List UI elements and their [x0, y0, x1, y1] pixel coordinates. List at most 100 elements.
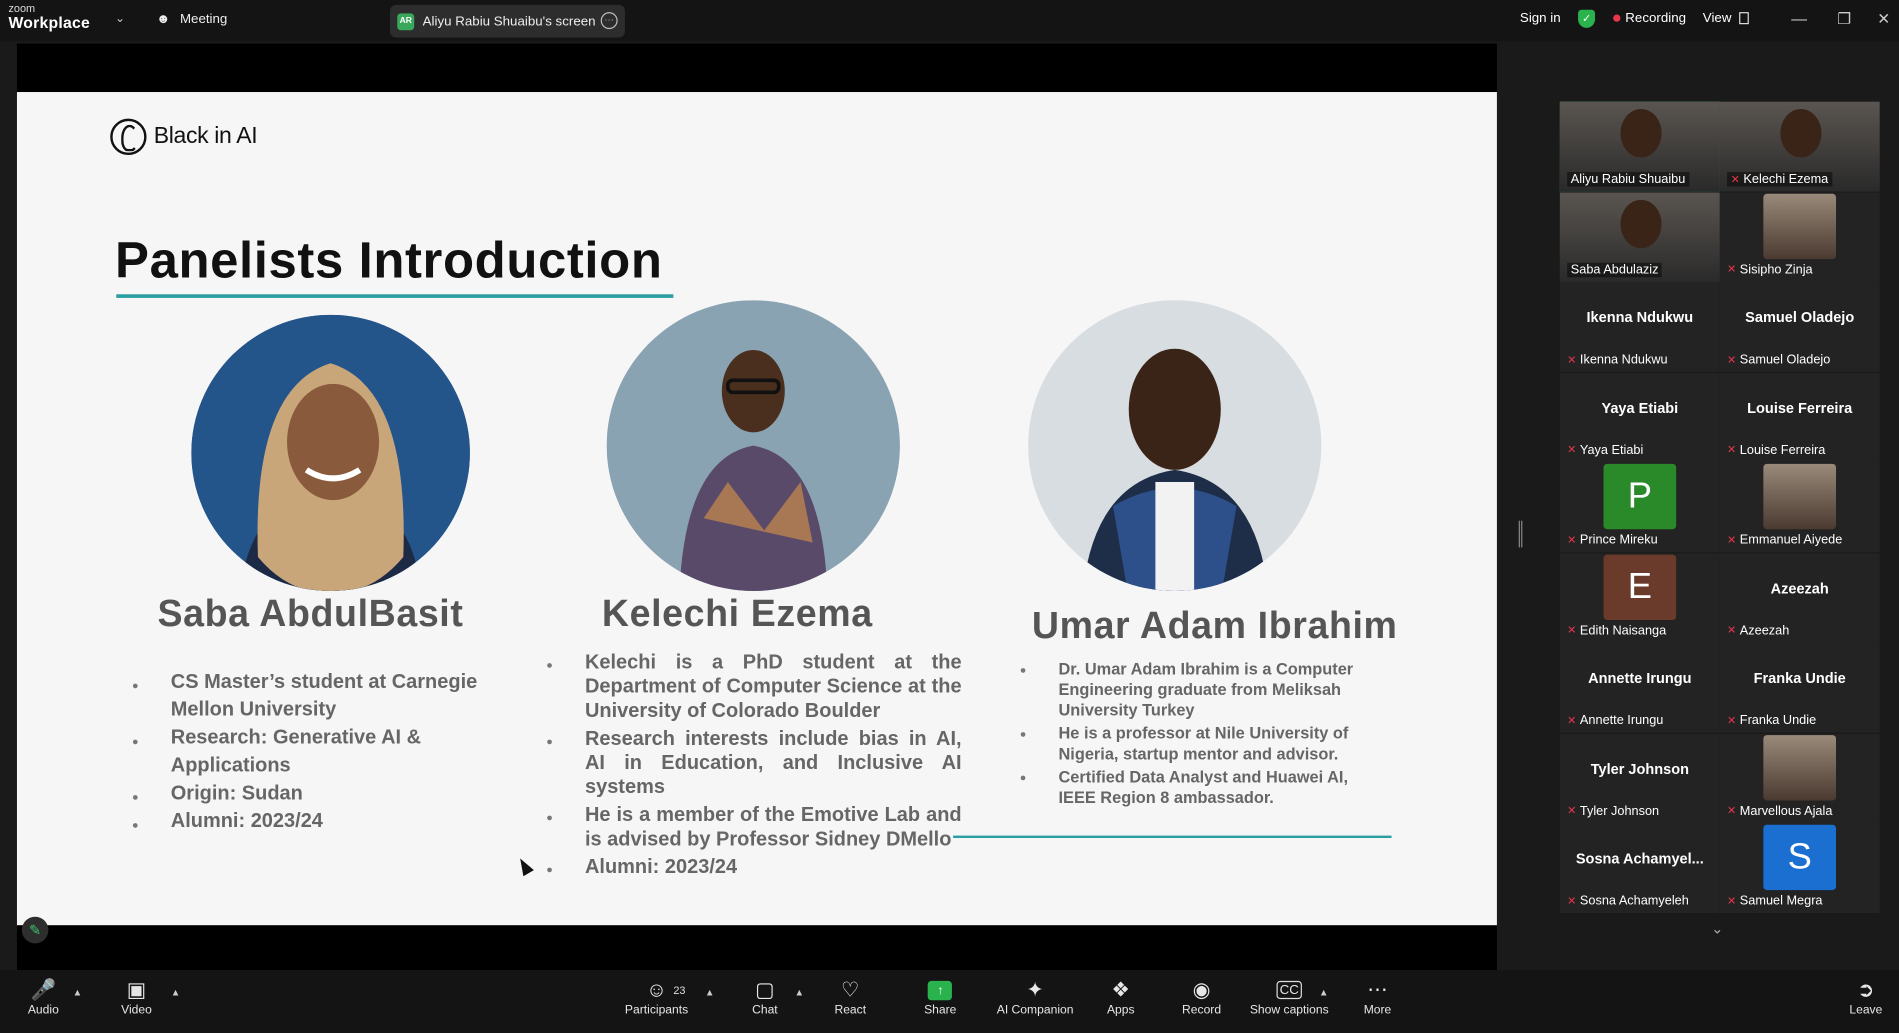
react-button[interactable]: ♡ React [834, 977, 866, 1017]
share-screen-icon: ↑ [928, 977, 953, 1004]
recording-dot-icon [1613, 14, 1621, 22]
participant-tile[interactable]: Tyler Johnson ✕ Tyler Johnson [1559, 733, 1720, 823]
recording-status[interactable]: Recording [1625, 11, 1686, 26]
mic-muted-icon: ✕ [1730, 172, 1740, 185]
minimize-icon[interactable]: — [1791, 10, 1807, 28]
participant-display-name: Samuel Oladejo [1745, 308, 1855, 326]
panelist-name-3: Umar Adam Ibrahim [1031, 604, 1398, 647]
captions-options-caret-icon[interactable]: ▲ [1319, 987, 1329, 998]
participant-name-tag: ✕ Prince Mireku [1567, 533, 1658, 548]
apps-button[interactable]: ❖ Apps [1107, 977, 1135, 1017]
more-button[interactable]: ⋯ More [1364, 977, 1392, 1017]
participant-tile[interactable]: Aliyu Rabiu Shuaibu [1559, 101, 1720, 192]
record-label: Record [1182, 1003, 1222, 1018]
view-label: View [1702, 10, 1732, 26]
audio-options-caret-icon[interactable]: ▲ [73, 987, 83, 998]
participant-name-tag: ✕ Tyler Johnson [1567, 803, 1659, 818]
more-options-icon[interactable]: ⋯ [600, 12, 618, 30]
participant-name: Edith Naisanga [1579, 623, 1667, 638]
brand-name: Black in AI [153, 123, 258, 149]
close-icon[interactable]: ✕ [1877, 10, 1890, 29]
participant-name-tag: ✕ Sisipho Zinja [1727, 262, 1813, 277]
participant-tile[interactable]: P ✕ Prince Mireku [1559, 462, 1720, 553]
participant-tile[interactable]: Azeezah ✕ Azeezah [1719, 552, 1880, 643]
black-in-ai-logo: Black in AI [110, 118, 258, 156]
participant-display-name: Sosna Achamyel... [1575, 850, 1704, 868]
participant-tile[interactable]: S ✕ Samuel Megra [1719, 823, 1880, 914]
record-button[interactable]: ◉ Record [1182, 977, 1221, 1017]
gallery-scroll-down-icon[interactable]: ⌄ [1711, 920, 1723, 937]
participant-tile[interactable]: Yaya Etiabi ✕ Yaya Etiabi [1559, 372, 1720, 462]
zoom-window: zoom Workplace ⌄ ☻ Meeting AR Aliyu Rabi… [0, 0, 1899, 1033]
participant-count: 23 [673, 984, 686, 997]
captions-button[interactable]: CC Show captions [1250, 977, 1329, 1017]
ai-companion-button[interactable]: ✦ AI Companion [997, 977, 1074, 1017]
mic-muted-icon: ✕ [1567, 713, 1577, 726]
video-button[interactable]: ▣ Video [121, 977, 152, 1017]
shield-check-icon[interactable]: ✓ [1578, 9, 1596, 28]
participant-tile[interactable]: Louise Ferreira ✕ Louise Ferreira [1719, 372, 1880, 462]
participant-tile[interactable]: Franka Undie ✕ Franka Undie [1719, 643, 1880, 733]
participant-photo [1763, 463, 1837, 530]
participant-name: Franka Undie [1739, 713, 1817, 728]
panelist-name-2: Kelechi Ezema [601, 592, 873, 635]
restore-icon[interactable]: ❐ [1837, 10, 1851, 29]
chat-label: Chat [752, 1003, 778, 1018]
captions-label: Show captions [1249, 1003, 1329, 1018]
participant-name: Ikenna Ndukwu [1579, 352, 1668, 367]
bullet-item: Research interests include bias in AI, A… [546, 727, 961, 800]
meeting-menu[interactable]: ☻ Meeting [156, 12, 227, 27]
share-button[interactable]: ↑ Share [924, 977, 956, 1017]
mic-muted-icon: ✕ [1567, 443, 1577, 456]
participant-tile[interactable]: ✕ Sisipho Zinja [1719, 191, 1880, 282]
chevron-down-icon[interactable]: ⌄ [115, 12, 125, 25]
split-resize-handle[interactable] [1518, 520, 1523, 548]
participants-options-caret-icon[interactable]: ▲ [705, 987, 715, 998]
chat-options-caret-icon[interactable]: ▲ [794, 987, 804, 998]
participant-tile[interactable]: Sosna Achamyel... ✕ Sosna Achamyeleh [1559, 823, 1720, 914]
audio-button[interactable]: 🎤 Audio [28, 977, 59, 1017]
sign-in-link[interactable]: Sign in [1520, 11, 1561, 26]
bullet-item: Kelechi is a PhD student at the Departme… [546, 650, 961, 723]
panelist-photo-3 [1028, 300, 1322, 591]
annotate-pen-icon[interactable]: ✎ [21, 916, 49, 944]
mic-muted-icon: ✕ [1567, 353, 1577, 366]
mic-muted-icon: 🎤 [30, 978, 57, 1002]
participant-name-tag: ✕ Samuel Oladejo [1727, 352, 1830, 367]
presentation-slide: Black in AI Panelists Introduction Saba … [16, 92, 1497, 926]
bullet-item: Alumni: 2023/24 [546, 855, 961, 881]
bullet-item: CS Master’s student at Carnegie Mellon U… [132, 668, 495, 724]
shared-screen-pill[interactable]: AR Aliyu Rabiu Shuaibu's screen ⋯ [389, 4, 625, 38]
video-options-caret-icon[interactable]: ▲ [171, 987, 181, 998]
heart-icon: ♡ [841, 978, 860, 1002]
participant-name: Sisipho Zinja [1739, 262, 1813, 277]
mic-muted-icon: ✕ [1567, 623, 1577, 636]
participant-name: Marvellous Ajala [1739, 803, 1833, 819]
participant-tile[interactable]: Saba Abdulaziz [1559, 191, 1720, 282]
participant-tile[interactable]: ✕ Emmanuel Aiyede [1719, 462, 1880, 553]
participant-tile[interactable]: E ✕ Edith Naisanga [1559, 552, 1720, 643]
participant-name-tag: ✕ Louise Ferreira [1727, 443, 1825, 458]
view-button[interactable]: View [1702, 10, 1749, 26]
participants-icon: ☺ [646, 978, 668, 1002]
participant-tile[interactable]: ✕ Kelechi Ezema [1719, 101, 1880, 192]
participant-name: Saba Abdulaziz [1570, 262, 1659, 277]
participant-name-tag: ✕ Yaya Etiabi [1567, 443, 1643, 458]
chat-button[interactable]: ▢ Chat [752, 977, 778, 1017]
slide-title: Panelists Introduction [115, 231, 663, 289]
panelist-photo-2 [606, 300, 900, 591]
participant-name: Samuel Oladejo [1739, 352, 1831, 367]
participant-silhouette [1620, 108, 1662, 158]
mic-muted-icon: ✕ [1727, 533, 1737, 546]
participant-name: Annette Irungu [1579, 713, 1664, 728]
participant-display-name: Ikenna Ndukwu [1586, 308, 1694, 326]
participant-tile[interactable]: ✕ Marvellous Ajala [1719, 733, 1880, 823]
participant-tile[interactable]: Ikenna Ndukwu ✕ Ikenna Ndukwu [1559, 282, 1720, 372]
participants-button[interactable]: ☺ Participants [625, 977, 688, 1017]
people-icon: ☻ [156, 12, 171, 27]
participant-display-name: Yaya Etiabi [1601, 399, 1679, 416]
panelist-photo-1 [191, 314, 470, 591]
participant-tile[interactable]: Samuel Oladejo ✕ Samuel Oladejo [1719, 282, 1880, 372]
participant-tile[interactable]: Annette Irungu ✕ Annette Irungu [1559, 643, 1720, 733]
leave-button[interactable]: ➲ Leave [1849, 977, 1882, 1017]
